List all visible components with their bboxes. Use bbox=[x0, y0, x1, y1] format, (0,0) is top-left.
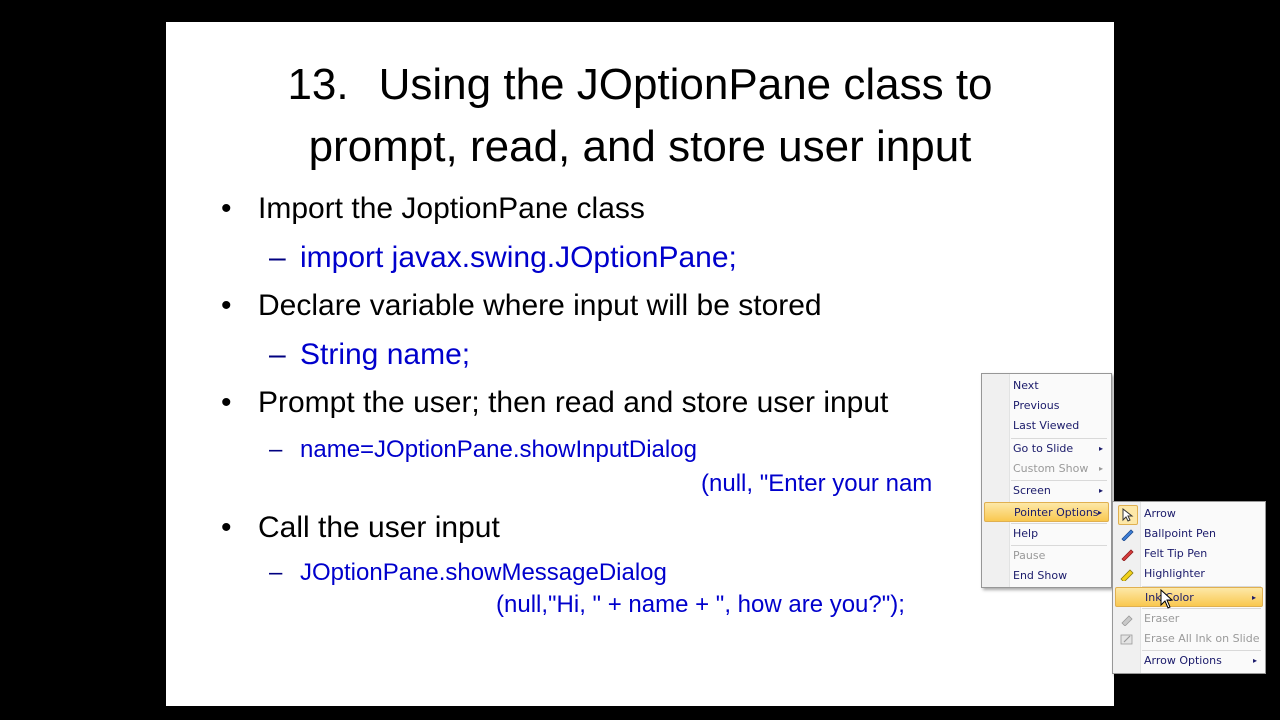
menu-item-last-viewed[interactable]: Last Viewed bbox=[984, 416, 1109, 436]
bullet-import: • Import the JoptionPane class bbox=[221, 192, 645, 226]
code-call-text: JOptionPane.showMessageDialog bbox=[300, 559, 667, 586]
menu-item-screen[interactable]: Screen ▸ bbox=[984, 481, 1109, 501]
highlighter-icon bbox=[1118, 565, 1136, 583]
code-call-continuation: (null,"Hi, " + name + ", how are you?"); bbox=[496, 591, 905, 618]
menu-item-pause: Pause bbox=[1013, 549, 1046, 562]
bullet-prompt-text: Prompt the user; then read and store use… bbox=[258, 386, 889, 419]
slideshow-context-menu: Next Previous Last Viewed Go to Slide ▸ C… bbox=[981, 373, 1112, 588]
submenu-item-ballpoint-pen-label: Ballpoint Pen bbox=[1144, 527, 1216, 540]
code-prompt: – name=JOptionPane.showInputDialog bbox=[269, 436, 697, 464]
bullet-glyph: • bbox=[221, 511, 232, 544]
bullet-prompt: • Prompt the user; then read and store us… bbox=[221, 386, 888, 420]
submenu-item-eraser-label: Eraser bbox=[1144, 612, 1180, 625]
submenu-item-eraser: Eraser bbox=[1115, 609, 1263, 629]
bullet-glyph: • bbox=[221, 386, 232, 419]
bullet-declare-text: Declare variable where input will be sto… bbox=[258, 289, 822, 322]
slide: 13. Using the JOptionPane class to prompt… bbox=[166, 22, 1114, 706]
menu-item-custom-show: Custom Show ▸ bbox=[984, 459, 1109, 479]
submenu-item-erase-all-ink: Erase All Ink on Slide bbox=[1115, 629, 1263, 649]
menu-item-go-to-slide-label: Go to Slide bbox=[1013, 442, 1074, 455]
submenu-item-highlighter-label: Highlighter bbox=[1144, 567, 1205, 580]
code-prompt-text: name=JOptionPane.showInputDialog bbox=[300, 436, 697, 463]
code-declare: – String name; bbox=[269, 338, 470, 372]
erase-all-icon bbox=[1118, 630, 1136, 648]
bullet-glyph: • bbox=[221, 289, 232, 322]
mouse-cursor-icon bbox=[1160, 589, 1174, 609]
dash-glyph: – bbox=[269, 559, 283, 586]
bullet-call: • Call the user input bbox=[221, 511, 500, 545]
dash-glyph: – bbox=[269, 436, 283, 463]
submenu-arrow-icon: ▸ bbox=[1097, 508, 1102, 517]
submenu-item-highlighter[interactable]: Highlighter bbox=[1115, 564, 1263, 584]
submenu-item-arrow[interactable]: Arrow bbox=[1115, 504, 1263, 525]
submenu-arrow-icon: ▸ bbox=[1098, 486, 1103, 495]
slide-title-line2: prompt, read, and store user input bbox=[308, 122, 972, 171]
code-import: – import javax.swing.JOptionPane; bbox=[269, 241, 737, 275]
bullet-glyph: • bbox=[221, 192, 232, 225]
menu-item-next[interactable]: Next bbox=[984, 376, 1109, 396]
bullet-call-text: Call the user input bbox=[258, 511, 500, 544]
bullet-import-text: Import the JoptionPane class bbox=[258, 192, 645, 225]
code-prompt-continuation: (null, "Enter your nam bbox=[701, 470, 933, 497]
code-import-text: import javax.swing.JOptionPane; bbox=[300, 241, 737, 274]
slide-title-line1: Using the JOptionPane class to bbox=[378, 60, 993, 109]
dash-glyph: – bbox=[269, 241, 286, 274]
dash-glyph: – bbox=[269, 338, 286, 371]
menu-item-previous[interactable]: Previous bbox=[984, 396, 1109, 416]
pointer-options-submenu: Arrow Ballpoint Pen Felt Tip Pen Highlig… bbox=[1112, 501, 1266, 674]
menu-item-end-show[interactable]: End Show bbox=[984, 566, 1109, 586]
submenu-arrow-icon: ▸ bbox=[1251, 593, 1256, 602]
submenu-item-felt-tip-pen[interactable]: Felt Tip Pen bbox=[1115, 544, 1263, 564]
menu-item-custom-show-label: Custom Show bbox=[1013, 462, 1089, 475]
code-call: – JOptionPane.showMessageDialog bbox=[269, 559, 667, 587]
submenu-item-ink-color[interactable]: Ink Color ▸ bbox=[1115, 587, 1263, 607]
submenu-arrow-icon: ▸ bbox=[1098, 444, 1103, 453]
submenu-item-ballpoint-pen[interactable]: Ballpoint Pen bbox=[1115, 524, 1263, 544]
submenu-arrow-icon: ▸ bbox=[1252, 656, 1257, 665]
submenu-item-arrow-options-label: Arrow Options bbox=[1144, 654, 1222, 667]
ballpoint-pen-icon bbox=[1118, 525, 1136, 543]
menu-item-go-to-slide[interactable]: Go to Slide ▸ bbox=[984, 439, 1109, 459]
bullet-declare: • Declare variable where input will be st… bbox=[221, 289, 822, 323]
submenu-arrow-icon: ▸ bbox=[1098, 464, 1103, 473]
slide-title: 13. Using the JOptionPane class to prompt… bbox=[166, 54, 1114, 178]
submenu-item-erase-all-ink-label: Erase All Ink on Slide bbox=[1144, 632, 1260, 645]
eraser-icon bbox=[1118, 610, 1136, 628]
submenu-item-felt-tip-pen-label: Felt Tip Pen bbox=[1144, 547, 1208, 560]
menu-item-help[interactable]: Help bbox=[984, 524, 1109, 544]
felt-tip-pen-icon bbox=[1118, 545, 1136, 563]
menu-item-pointer-options[interactable]: Pointer Options ▸ bbox=[984, 502, 1109, 522]
arrow-pointer-icon bbox=[1118, 505, 1138, 525]
code-declare-text: String name; bbox=[300, 338, 471, 371]
menu-item-screen-label: Screen bbox=[1013, 484, 1051, 497]
menu-item-pointer-options-label: Pointer Options bbox=[1014, 506, 1099, 519]
submenu-item-arrow-options[interactable]: Arrow Options ▸ bbox=[1115, 651, 1263, 671]
slide-title-number: 13. bbox=[287, 60, 349, 109]
submenu-item-arrow-label: Arrow bbox=[1144, 507, 1176, 520]
